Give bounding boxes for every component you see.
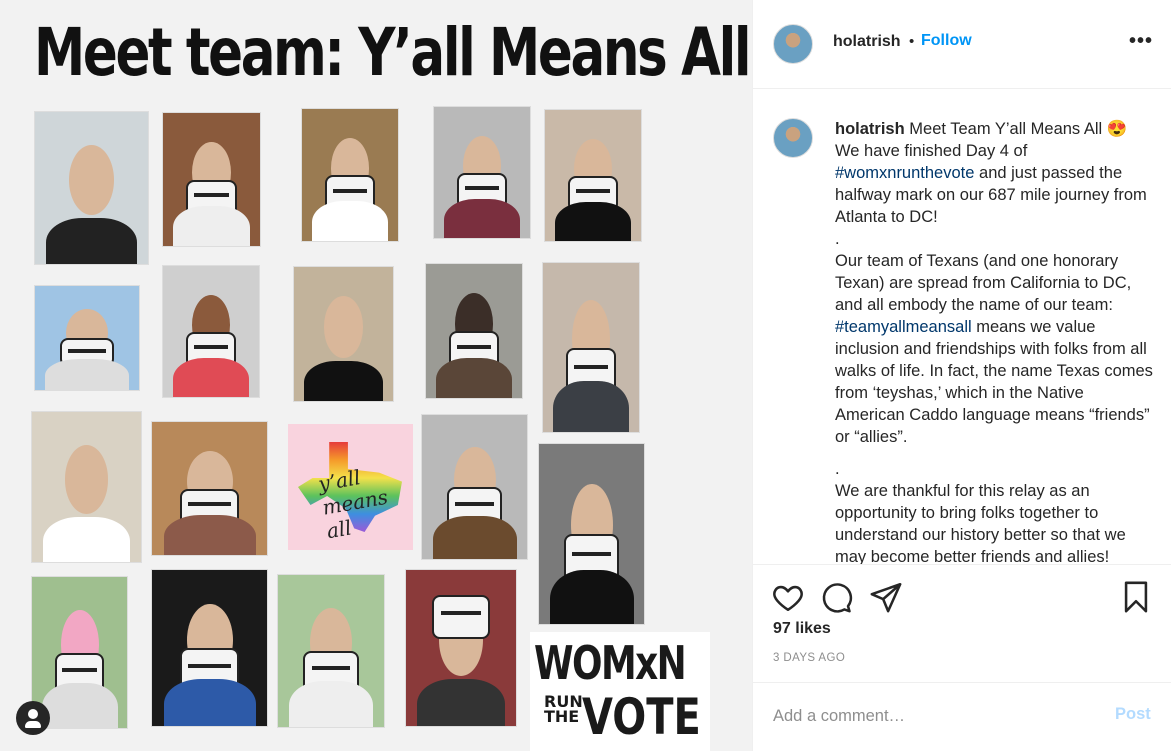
womxn-run-the-vote-logo: WOMxN RUN THE VOTE xyxy=(530,632,710,751)
bookmark-icon[interactable] xyxy=(1119,580,1153,614)
collage-photo xyxy=(425,263,523,399)
caption-line: We are thankful for this relay as an opp… xyxy=(835,482,1126,564)
logo-line-womxn: WOMxN xyxy=(534,636,687,690)
likes-count[interactable]: 97 likes xyxy=(773,620,831,638)
heart-icon[interactable] xyxy=(771,580,805,614)
collage-photo xyxy=(433,106,531,239)
paper-plane-icon[interactable] xyxy=(869,580,903,614)
author-username[interactable]: holatrish xyxy=(833,33,901,51)
collage-photo xyxy=(277,574,385,728)
collage-photo xyxy=(151,421,268,556)
caption-separator: . xyxy=(835,460,840,478)
post-date[interactable]: 3 DAYS AGO xyxy=(773,652,845,664)
caption-separator: . xyxy=(835,230,840,248)
more-horizontal-icon[interactable]: ••• xyxy=(1129,30,1153,53)
collage-photo xyxy=(542,262,640,433)
caption-line: Meet Team Y’all Means All 😍 xyxy=(909,120,1128,138)
collage-photo xyxy=(421,414,528,560)
post-actions: 97 likes 3 DAYS AGO xyxy=(753,564,1171,682)
caption-username[interactable]: holatrish xyxy=(835,120,905,138)
post-comment-button[interactable]: Post xyxy=(1115,705,1151,724)
collage-title: Meet team: Y’all Means All xyxy=(34,14,752,91)
comment-bubble-icon[interactable] xyxy=(819,580,853,614)
collage-photo xyxy=(544,109,642,242)
collage-photo xyxy=(162,112,261,247)
follow-button[interactable]: Follow xyxy=(921,32,972,50)
collage-photo xyxy=(293,266,394,402)
logo-line-vote: VOTE xyxy=(582,688,701,746)
post-caption: holatrish Meet Team Y’all Means All 😍 We… xyxy=(753,90,1171,564)
collage-photo xyxy=(162,265,260,398)
caption-line: We have finished Day 4 of xyxy=(835,142,1028,160)
collage-photo xyxy=(301,108,399,242)
logo-line-run-the: RUN THE xyxy=(544,692,583,726)
comment-bar: Post xyxy=(753,682,1171,751)
tagged-users-icon[interactable] xyxy=(16,701,50,735)
collage-photo xyxy=(34,111,149,265)
hashtag-link[interactable]: #teamyallmeansall xyxy=(835,318,972,336)
header-separator: • xyxy=(909,33,915,50)
collage-photo xyxy=(31,411,142,563)
caption-text: holatrish Meet Team Y’all Means All 😍 We… xyxy=(835,118,1157,564)
author-avatar[interactable] xyxy=(773,24,813,64)
collage-photo xyxy=(34,285,140,391)
hashtag-link[interactable]: #womxnrunthevote xyxy=(835,164,974,182)
post-header: holatrish • Follow ••• xyxy=(753,0,1171,89)
collage-photo xyxy=(405,569,517,727)
caption-line: means we value inclusion and friendships… xyxy=(835,318,1153,446)
collage-photo xyxy=(538,443,645,625)
collage-photo xyxy=(151,569,268,727)
caption-line: Our team of Texans (and one honorary Tex… xyxy=(835,252,1132,314)
comment-input[interactable] xyxy=(773,702,1073,730)
sticker-text: y’all means all xyxy=(316,465,390,544)
post-image[interactable]: Meet team: Y’all Means All y’all means a… xyxy=(0,0,752,751)
yall-means-all-sticker: y’all means all xyxy=(288,424,413,550)
post-side-panel: holatrish • Follow ••• holatrish Meet Te… xyxy=(752,0,1171,751)
caption-author-avatar[interactable] xyxy=(773,118,813,158)
